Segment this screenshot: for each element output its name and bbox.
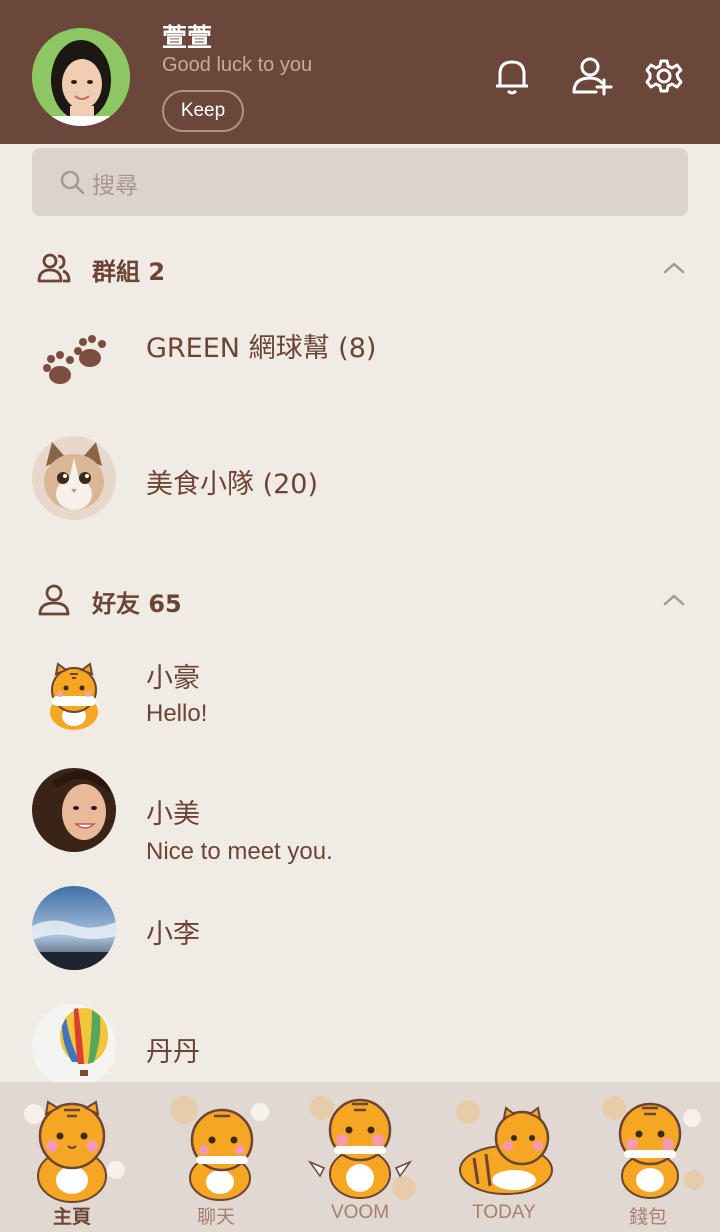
paw-print-avatar — [32, 310, 116, 394]
profile-name[interactable]: 萱萱 — [162, 18, 212, 54]
friend-row[interactable]: 小豪 Hello! — [0, 650, 720, 760]
group-row[interactable]: GREEN 網球幫 (8) — [0, 310, 720, 420]
today-tiger-icon — [444, 1088, 564, 1208]
nav-tab-voom[interactable]: VOOM — [288, 1082, 432, 1232]
nav-tab-wallet[interactable]: 錢包 — [576, 1082, 720, 1232]
settings-gear-icon[interactable] — [642, 54, 686, 98]
chevron-up-icon[interactable] — [660, 254, 688, 282]
nav-tab-home[interactable]: 主頁 — [0, 1082, 144, 1232]
nav-tab-chat-label: 聊天 — [196, 1207, 235, 1228]
keep-button[interactable]: Keep — [162, 90, 244, 132]
nav-tab-chat[interactable]: 聊天 — [144, 1082, 288, 1232]
voom-tiger-icon — [300, 1088, 420, 1208]
profile-avatar[interactable] — [32, 28, 130, 126]
nav-tab-today[interactable]: TODAY — [432, 1082, 576, 1232]
search-icon — [58, 168, 86, 196]
chat-tiger-icon — [156, 1088, 276, 1208]
profile-photo — [32, 28, 130, 126]
add-friend-icon[interactable] — [570, 54, 614, 98]
friend-name: 小豪 — [146, 663, 200, 694]
group-row[interactable]: 美食小隊 (20) — [0, 436, 720, 546]
tiger-avatar — [32, 656, 116, 740]
balloon-photo-avatar — [32, 1004, 116, 1088]
sky-photo-avatar — [32, 886, 116, 970]
nav-tab-voom-label: VOOM — [330, 1202, 390, 1223]
friend-row[interactable]: 小李 — [0, 886, 720, 996]
friend-status-message: Hello! — [146, 700, 208, 727]
friend-status-message: Nice to meet you. — [146, 838, 333, 865]
search-placeholder: 搜尋 — [92, 173, 138, 199]
bottom-navigation-bar: 主頁 聊天 VOOM TODAY 錢包 — [0, 1082, 720, 1232]
friend-name: 小美 — [146, 799, 200, 830]
woman-photo-avatar — [32, 768, 116, 852]
person-icon — [36, 582, 72, 618]
friend-name: 丹丹 — [146, 1037, 200, 1068]
group-name: GREEN 網球幫 (8) — [146, 333, 377, 364]
friend-row[interactable]: 小美 Nice to meet you. — [0, 768, 720, 878]
chevron-up-icon[interactable] — [660, 586, 688, 614]
group-icon — [36, 250, 72, 286]
profile-status-message[interactable]: Good luck to you — [162, 54, 312, 77]
home-tiger-icon — [12, 1088, 132, 1208]
friend-name: 小李 — [146, 919, 200, 950]
wallet-tiger-icon — [588, 1088, 708, 1208]
nav-tab-home-label: 主頁 — [52, 1207, 91, 1228]
friends-section-header[interactable]: 好友 65 — [0, 574, 720, 624]
friends-section-title: 好友 65 — [92, 590, 182, 618]
cat-photo-avatar — [32, 436, 116, 520]
group-name: 美食小隊 (20) — [146, 469, 319, 500]
groups-section-header[interactable]: 群組 2 — [0, 242, 720, 292]
nav-tab-wallet-label: 錢包 — [628, 1207, 667, 1228]
bell-icon[interactable] — [490, 54, 534, 98]
search-input[interactable]: 搜尋 — [32, 148, 688, 216]
nav-tab-today-label: TODAY — [472, 1202, 536, 1223]
profile-header: 萱萱 Good luck to you Keep — [0, 0, 720, 144]
groups-section-title: 群組 2 — [92, 258, 166, 286]
